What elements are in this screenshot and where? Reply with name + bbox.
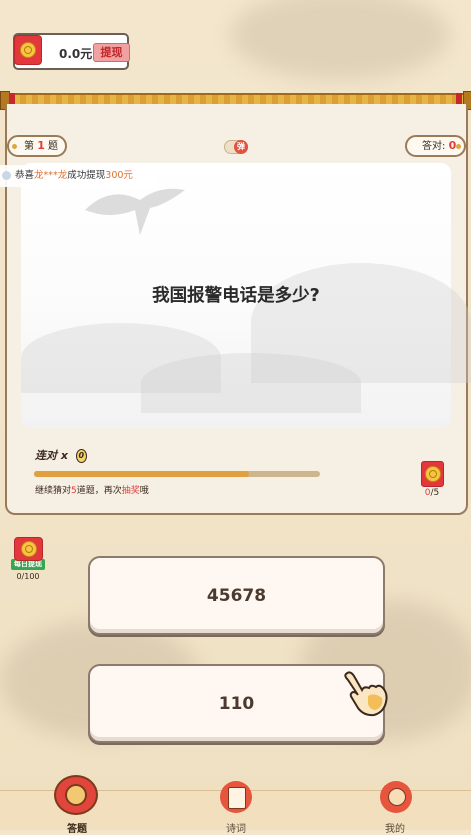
mountain-decoration [141, 353, 361, 413]
hint-action: 抽奖 [121, 486, 140, 496]
withdraw-button[interactable]: 提现 [93, 43, 130, 62]
daily-withdraw-button[interactable]: 每日提现 0/100 [11, 537, 45, 581]
background-brush [230, 0, 450, 80]
question-text: 我国报警电话是多少? [152, 286, 320, 306]
poem-scroll-icon [220, 781, 252, 813]
marquee-middle: 成功提现 [67, 170, 106, 181]
wallet-box: 0.0元 提现 [13, 33, 130, 70]
red-envelope-icon [14, 35, 42, 65]
marquee-amount: 300元 [105, 170, 133, 181]
correct-count-pill: 答对: 0 [405, 135, 466, 157]
cloud-icon [2, 171, 11, 180]
nav-tab-profile-label: 我的 [385, 824, 405, 835]
red-envelope-icon[interactable] [421, 461, 444, 487]
question-number-pill: 第 1 题 [7, 135, 67, 157]
bottom-navigation: 答题 诗词 我的 [0, 775, 471, 835]
question-no-prefix: 第 [24, 141, 34, 152]
reward-progress: 0/5 [421, 488, 443, 498]
hint-suffix: 哦 [139, 486, 149, 496]
withdraw-marquee: 恭喜龙***龙成功提现300元 [0, 165, 157, 187]
correct-label: 答对: [422, 141, 446, 152]
pointing-hand-icon [344, 671, 388, 717]
ornament-dot [456, 144, 461, 149]
hint-middle: 道题，再次 [76, 486, 122, 496]
streak-times: x [60, 449, 68, 462]
wallet-amount: 0.0元 [59, 47, 93, 61]
lottery-hint: 继续猜对5道题，再次抽奖哦 [35, 483, 149, 496]
red-envelope-icon [14, 537, 43, 561]
nav-tab-quiz-label: 答题 [67, 824, 87, 835]
quiz-drum-icon [54, 775, 98, 815]
marquee-prefix: 恭喜 [15, 170, 35, 181]
streak-progress-fill [34, 471, 249, 477]
coin-icon [425, 466, 441, 482]
coin-icon [21, 541, 37, 557]
daily-withdraw-count: 0/100 [16, 572, 40, 581]
answer-option-1[interactable]: 45678 [88, 556, 385, 635]
streak-label: 连对 [35, 449, 57, 462]
danmaku-toggle[interactable]: 弹 [224, 140, 248, 154]
hint-prefix: 继续猜对 [35, 486, 72, 496]
streak-progress-bar [34, 471, 320, 477]
profile-god-of-wealth-icon [380, 781, 412, 813]
nav-tab-poems-label: 诗词 [226, 824, 246, 835]
reward-total: /5 [430, 488, 440, 498]
danmaku-toggle-label: 弹 [234, 140, 248, 154]
ornament-dot [12, 144, 17, 149]
streak-indicator: 连对 x 0 [35, 447, 87, 463]
crane-icon [85, 188, 185, 235]
streak-count: 0 [75, 449, 87, 463]
question-no-suffix: 题 [48, 141, 59, 152]
coin-icon [20, 42, 36, 58]
question-number: 1 [37, 139, 45, 152]
marquee-user: 龙***龙 [34, 170, 68, 181]
